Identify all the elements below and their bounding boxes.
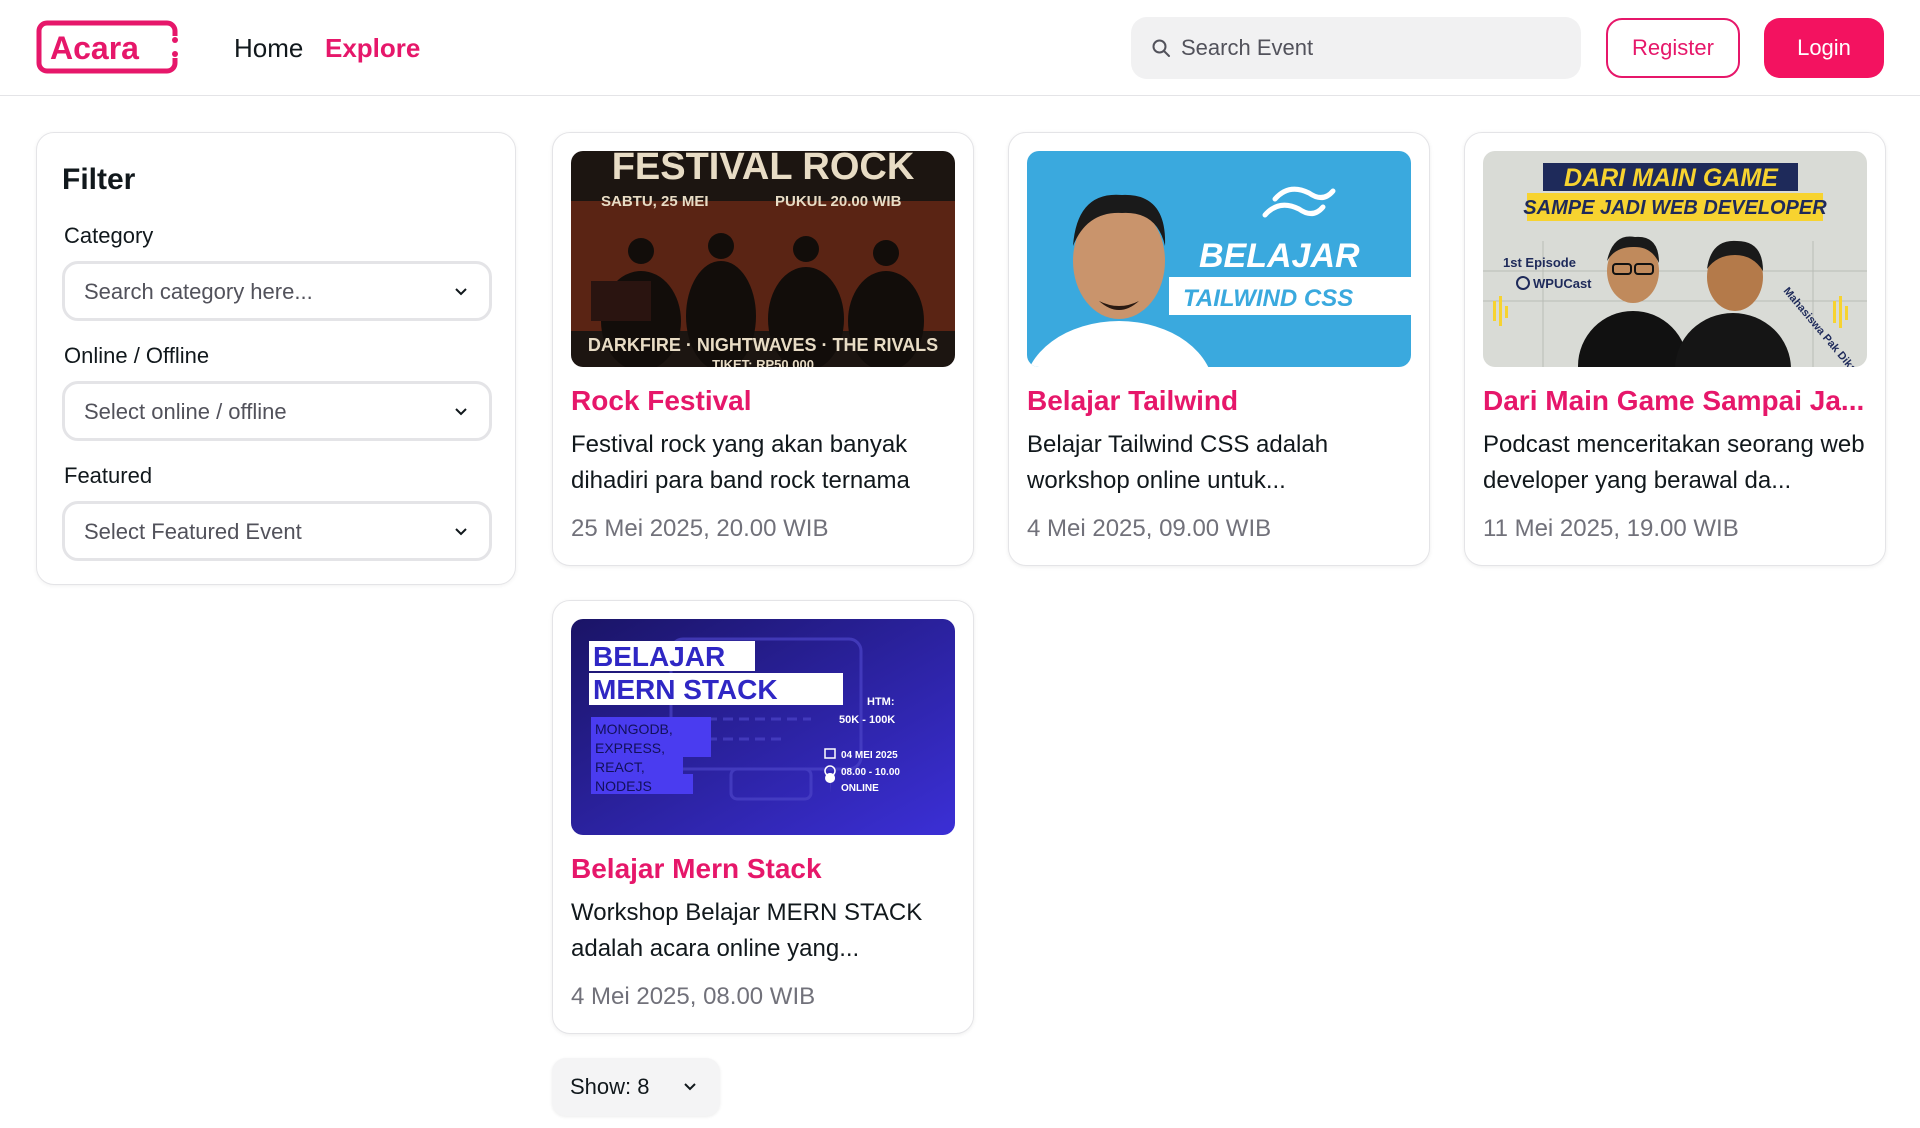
svg-text:TAILWIND CSS: TAILWIND CSS	[1183, 285, 1353, 312]
svg-text:EXPRESS,: EXPRESS,	[595, 740, 665, 756]
featured-label: Featured	[64, 463, 153, 488]
svg-text:HTM:: HTM:	[867, 696, 895, 708]
svg-text:50K - 100K: 50K - 100K	[839, 714, 895, 726]
search-icon	[1152, 39, 1170, 57]
chevron-down-icon	[455, 288, 467, 296]
nav-home-link[interactable]: Home	[234, 32, 303, 64]
svg-text:MERN STACK: MERN STACK	[593, 674, 778, 705]
show-count-select[interactable]: Show: 8	[552, 1058, 720, 1116]
svg-text:04 MEI 2025: 04 MEI 2025	[841, 750, 898, 761]
event-title[interactable]: Belajar Mern Stack	[571, 853, 961, 885]
svg-text:08.00 - 10.00: 08.00 - 10.00	[841, 767, 900, 778]
event-description: Workshop Belajar MERN STACK adalah acara…	[571, 899, 923, 962]
svg-text:NODEJS: NODEJS	[595, 778, 652, 794]
event-title[interactable]: Belajar Tailwind	[1027, 385, 1417, 417]
event-description: Festival rock yang akan banyak dihadiri …	[571, 431, 910, 494]
svg-text:TIKET: RP50.000: TIKET: RP50.000	[712, 357, 814, 367]
event-banner-image: BELAJAR TAILWIND CSS	[1027, 151, 1411, 367]
featured-select[interactable]: Select Featured Event	[62, 501, 492, 561]
filter-panel: Filter Category Search category here... …	[36, 132, 516, 585]
event-banner-image: BELAJAR MERN STACK MONGODB, EXPRESS, REA…	[571, 619, 955, 835]
svg-text:FESTIVAL ROCK: FESTIVAL ROCK	[612, 151, 915, 188]
online-offline-label: Online / Offline	[64, 343, 210, 368]
search-event-box[interactable]	[1131, 17, 1581, 79]
category-select[interactable]: Search category here...	[62, 261, 492, 321]
event-date: 11 Mei 2025, 19.00 WIB	[1483, 515, 1739, 542]
filter-title: Filter	[62, 163, 136, 196]
svg-text:DARKFIRE · NIGHTWAVES · THE RI: DARKFIRE · NIGHTWAVES · THE RIVALS	[588, 335, 938, 355]
acara-logo[interactable]: Acara	[36, 20, 186, 74]
event-card[interactable]: FESTIVAL ROCK SABTU, 25 MEI PUKUL 20.00 …	[552, 132, 974, 566]
event-card[interactable]: BELAJAR MERN STACK MONGODB, EXPRESS, REA…	[552, 600, 974, 1034]
svg-text:MONGODB,: MONGODB,	[595, 721, 673, 737]
online-offline-placeholder: Select online / offline	[84, 399, 287, 424]
event-card[interactable]: DARI MAIN GAME SAMPE JADI WEB DEVELOPER …	[1464, 132, 1886, 566]
top-navbar: Acara Home Explore Register Login	[0, 0, 1920, 96]
category-label: Category	[64, 223, 154, 248]
category-placeholder: Search category here...	[84, 279, 313, 304]
event-banner-image: FESTIVAL ROCK SABTU, 25 MEI PUKUL 20.00 …	[571, 151, 955, 367]
event-description: Belajar Tailwind CSS adalah workshop onl…	[1027, 431, 1329, 494]
show-count-label: Show: 8	[570, 1074, 650, 1099]
svg-text:BELAJAR: BELAJAR	[1199, 237, 1360, 275]
event-title[interactable]: Dari Main Game Sampai Ja...	[1483, 385, 1873, 417]
event-title[interactable]: Rock Festival	[571, 385, 961, 417]
register-button[interactable]: Register	[1606, 18, 1740, 78]
svg-text:ONLINE: ONLINE	[841, 783, 879, 794]
svg-text:DARI MAIN GAME: DARI MAIN GAME	[1564, 164, 1779, 192]
svg-text:Acara: Acara	[50, 30, 139, 66]
chevron-down-icon	[684, 1083, 696, 1091]
chevron-down-icon	[455, 528, 467, 536]
search-input[interactable]	[1181, 17, 1561, 79]
event-date: 4 Mei 2025, 09.00 WIB	[1027, 515, 1272, 542]
event-date: 4 Mei 2025, 08.00 WIB	[571, 983, 816, 1010]
svg-text:1st Episode: 1st Episode	[1503, 255, 1576, 270]
event-banner-image: DARI MAIN GAME SAMPE JADI WEB DEVELOPER …	[1483, 151, 1867, 367]
nav-explore-link[interactable]: Explore	[325, 32, 420, 64]
chevron-down-icon	[455, 408, 467, 416]
event-card[interactable]: BELAJAR TAILWIND CSS Belajar Tailwind Be…	[1008, 132, 1430, 566]
online-offline-select[interactable]: Select online / offline	[62, 381, 492, 441]
featured-placeholder: Select Featured Event	[84, 519, 302, 544]
svg-text:SABTU, 25 MEI: SABTU, 25 MEI	[601, 193, 709, 210]
login-button[interactable]: Login	[1764, 18, 1884, 78]
svg-text:REACT,: REACT,	[595, 759, 645, 775]
svg-text:PUKUL 20.00 WIB: PUKUL 20.00 WIB	[775, 193, 902, 210]
svg-text:WPUCast: WPUCast	[1533, 276, 1592, 291]
event-description: Podcast menceritakan seorang web develop…	[1483, 431, 1865, 494]
event-date: 25 Mei 2025, 20.00 WIB	[571, 515, 829, 542]
svg-text:SAMPE JADI WEB DEVELOPER: SAMPE JADI WEB DEVELOPER	[1523, 197, 1827, 219]
svg-text:BELAJAR: BELAJAR	[593, 641, 725, 672]
